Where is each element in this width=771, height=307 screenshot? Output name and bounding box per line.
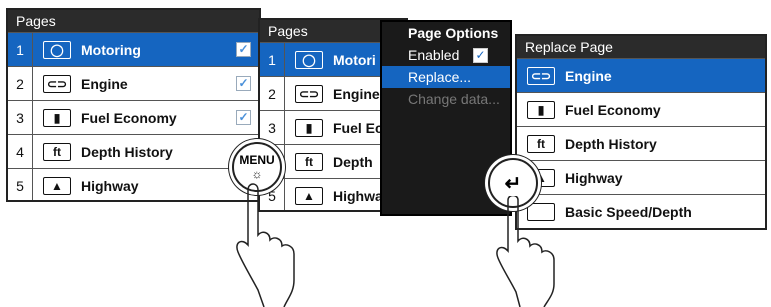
page-row-highway[interactable]: 5 ▲ Highway: [8, 169, 259, 200]
enabled-checkbox[interactable]: ✓: [236, 76, 251, 91]
motoring-icon: ◯: [43, 40, 71, 59]
pages-panel: Pages 1 ◯ Motoring ✓ 2 ⊂⊃ Engine ✓ 3 ▮ F…: [6, 8, 261, 202]
page-number: 2: [8, 67, 33, 100]
page-label: Fuel Ec: [333, 119, 383, 136]
replace-label: Depth History: [565, 135, 657, 152]
highway-icon: ▲: [43, 176, 71, 195]
page-label: Motoring: [81, 41, 141, 58]
backlight-icon: ☼: [251, 167, 263, 181]
page-label: Motori: [333, 51, 376, 68]
page-number: 5: [8, 169, 33, 200]
page-number: 1: [260, 43, 285, 76]
replace-label: Fuel Economy: [565, 101, 661, 118]
depth-history-icon: ft: [43, 142, 71, 161]
replace-label: Engine: [565, 67, 612, 84]
enabled-checkbox[interactable]: ✓: [473, 48, 488, 63]
page-label: Depth: [333, 153, 373, 170]
page-number: 4: [8, 135, 33, 168]
pages-title: Pages: [8, 10, 259, 33]
enabled-checkbox[interactable]: ✓: [236, 110, 251, 125]
page-label: Engine: [81, 75, 128, 92]
page-label: Depth History: [81, 143, 173, 160]
replace-row-fuel-economy[interactable]: ▮ Fuel Economy: [517, 93, 765, 127]
replace-row-depth-history[interactable]: ft Depth History: [517, 127, 765, 161]
depth-history-icon: ft: [295, 152, 323, 171]
page-row-fuel-economy[interactable]: 3 ▮ Fuel Economy ✓: [8, 101, 259, 135]
motoring-icon: ◯: [295, 50, 323, 69]
page-number: 2: [260, 77, 285, 110]
page-row-engine[interactable]: 2 ⊂⊃ Engine ✓: [8, 67, 259, 101]
replace-option[interactable]: Replace...: [382, 66, 510, 88]
page-label: Highwa: [333, 187, 383, 204]
fuel-pump-icon: ▮: [527, 100, 555, 119]
page-label: Fuel Economy: [81, 109, 177, 126]
page-number: 3: [8, 101, 33, 134]
fuel-pump-icon: ▮: [295, 118, 323, 137]
hand-pointer-icon: [496, 196, 555, 307]
change-data-option: Change data...: [408, 91, 500, 107]
page-number: 1: [8, 33, 33, 66]
page-label: Engine: [333, 85, 380, 102]
replace-label: Basic Speed/Depth: [565, 203, 692, 220]
replace-label: Highway: [565, 169, 623, 186]
depth-history-icon: ft: [527, 134, 555, 153]
fuel-pump-icon: ▮: [43, 108, 71, 127]
page-row-motoring[interactable]: 1 ◯ Motoring ✓: [8, 33, 259, 67]
enter-icon: ↵: [504, 172, 522, 195]
enabled-option[interactable]: Enabled ✓: [382, 44, 510, 66]
page-options-title: Page Options: [408, 25, 499, 41]
replace-row-highway[interactable]: ▲ Highway: [517, 161, 765, 195]
engine-icon: ⊂⊃: [527, 66, 555, 85]
page-number: 3: [260, 111, 285, 144]
engine-icon: ⊂⊃: [295, 84, 323, 103]
page-label: Highway: [81, 177, 139, 194]
page-row-depth-history[interactable]: 4 ft Depth History: [8, 135, 259, 169]
enabled-checkbox[interactable]: ✓: [236, 42, 251, 57]
engine-icon: ⊂⊃: [43, 74, 71, 93]
replace-row-engine[interactable]: ⊂⊃ Engine: [517, 59, 765, 93]
enabled-label: Enabled: [408, 47, 460, 63]
replace-page-title: Replace Page: [517, 36, 765, 59]
menu-label: MENU: [239, 153, 275, 167]
hand-pointer-icon: [236, 183, 295, 307]
